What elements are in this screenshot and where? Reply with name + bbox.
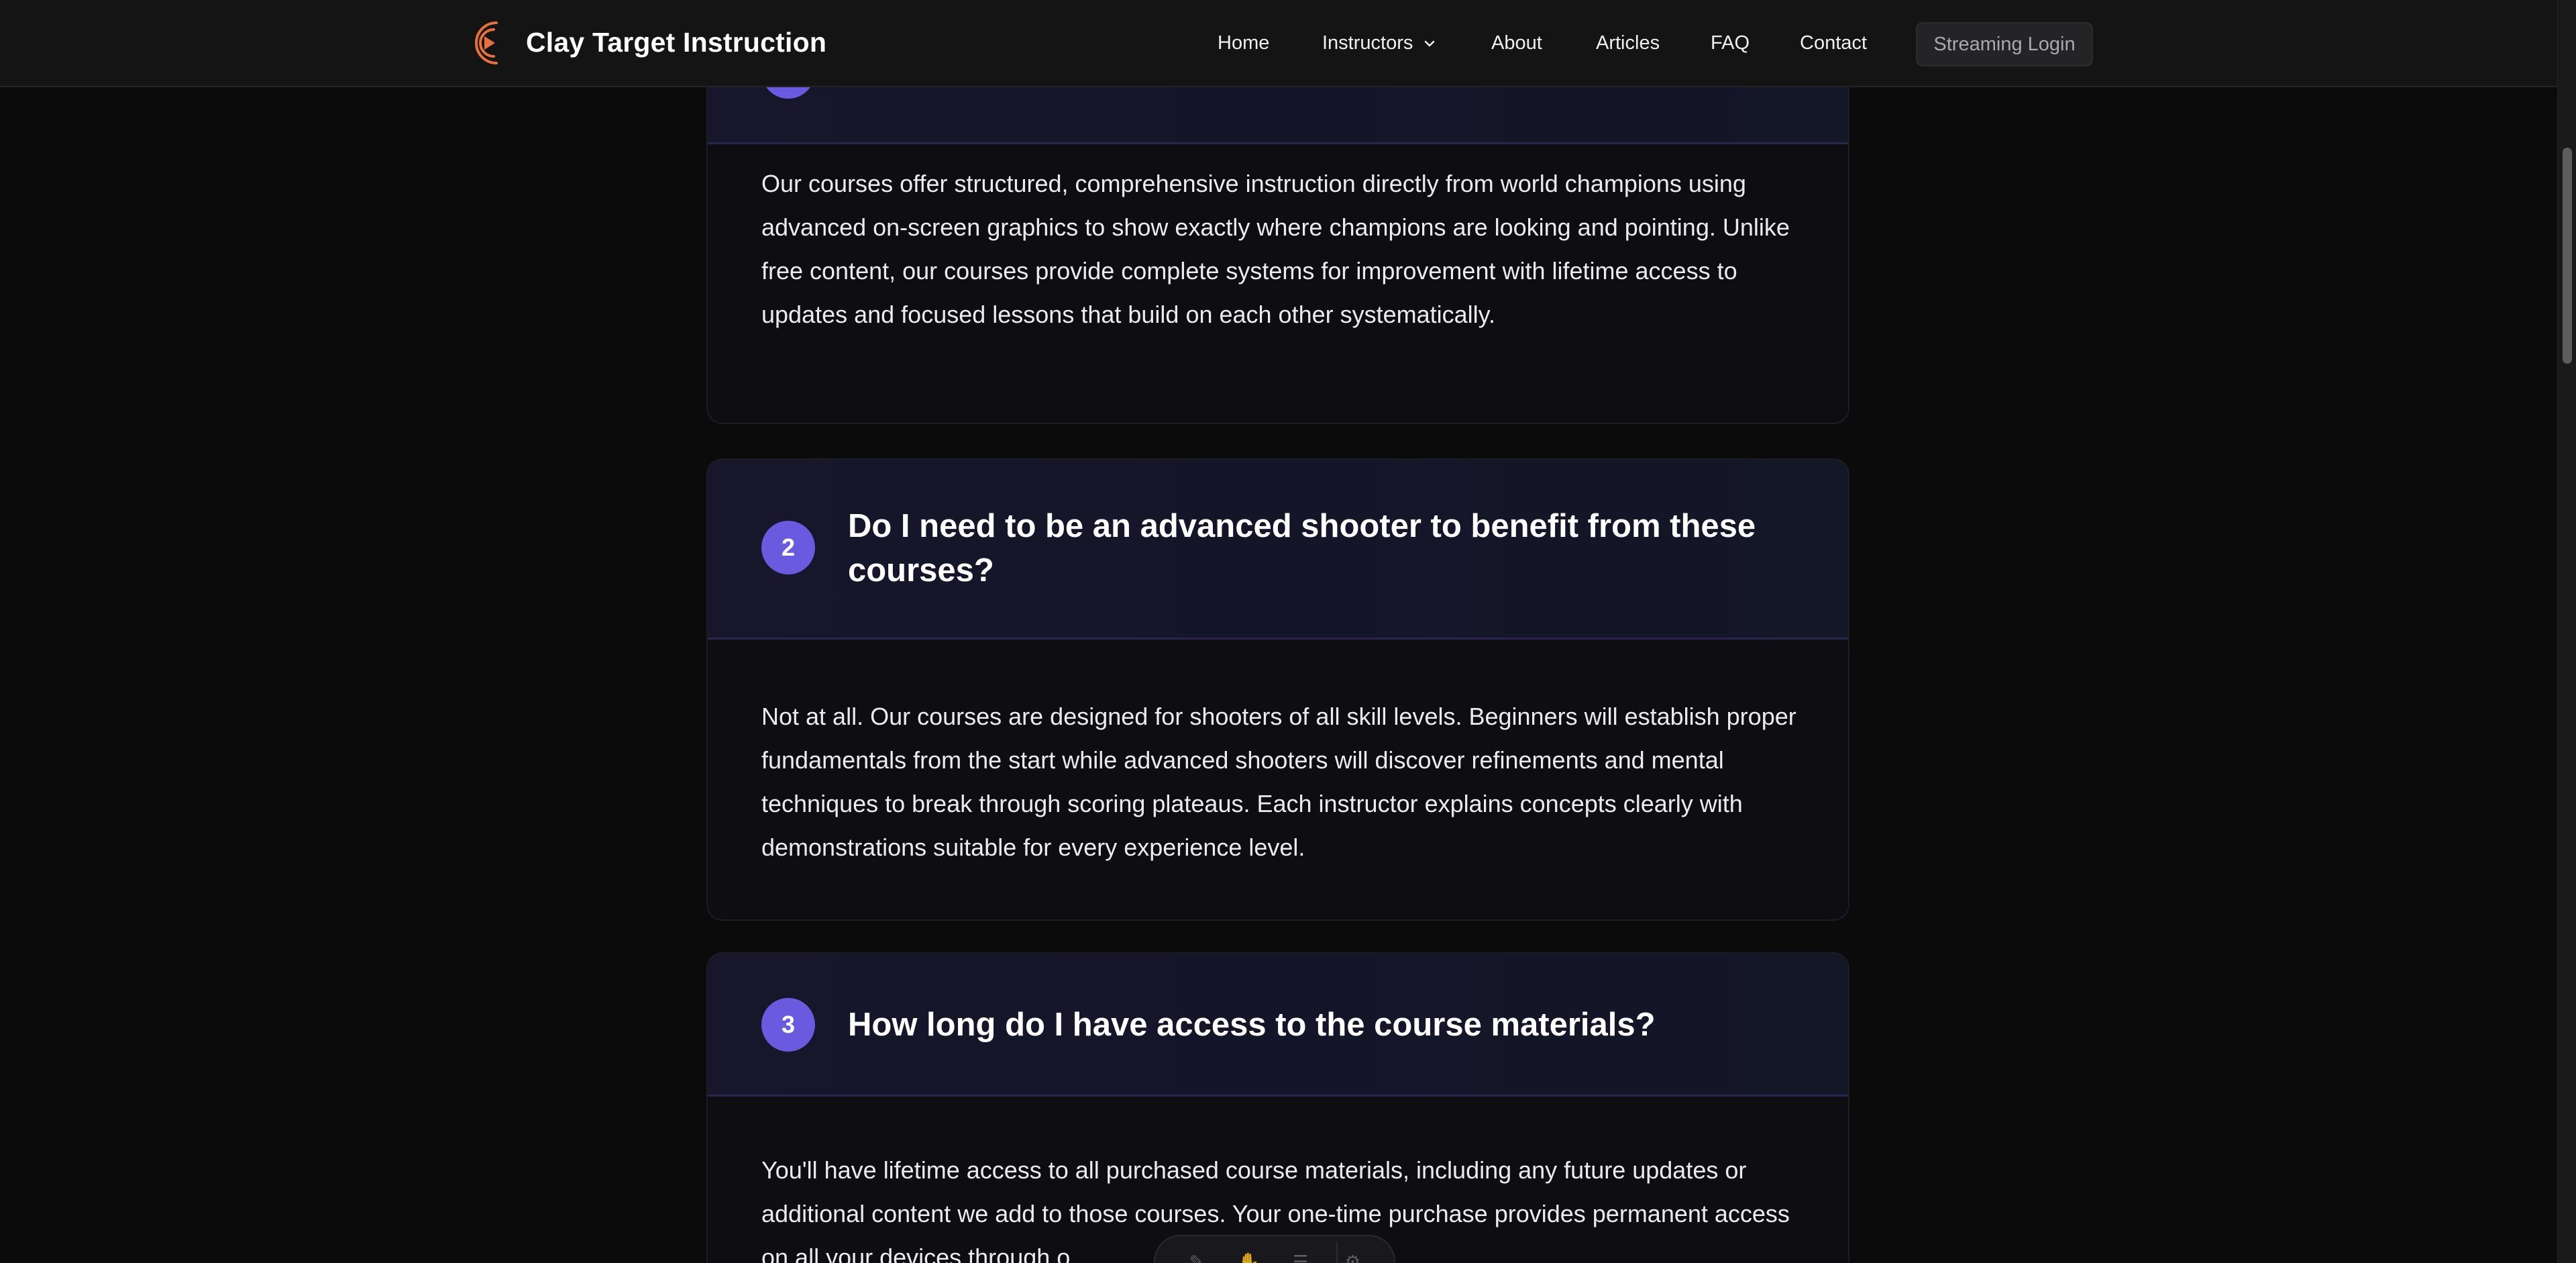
nav-instructors[interactable]: Instructors [1322,32,1437,54]
faq-question-header[interactable]: 3 How long do I have access to the cours… [708,954,1848,1097]
menu-icon[interactable]: ☰ [1290,1251,1311,1263]
faq-number-badge: 3 [761,998,815,1052]
page-scrollbar[interactable] [2557,0,2576,1263]
toolbar-divider [1336,1242,1338,1263]
nav-home[interactable]: Home [1218,32,1269,54]
settings-icon[interactable]: ⚙ [1342,1251,1363,1263]
page: Clay Target Instruction Home Instructors… [0,0,2576,1263]
faq-question: Do I need to be an advanced shooter to b… [848,508,1756,589]
nav-articles[interactable]: Articles [1596,32,1660,54]
chevron-down-icon [1425,40,1435,46]
pen-icon[interactable]: ✎ [1186,1251,1208,1263]
streaming-login-button[interactable]: Streaming Login [1916,22,2093,66]
faq-card: 3 How long do I have access to the cours… [706,952,1849,1263]
nav-instructors-label: Instructors [1322,32,1413,54]
faq-question: How long do I have access to the course … [848,1007,1656,1043]
site-header: Clay Target Instruction Home Instructors… [0,0,2557,87]
faq-number-badge: 2 [761,521,815,574]
floating-toolbar[interactable]: ✎ ✋ ☰ ⚙ [1154,1235,1395,1263]
faq-card: 2 Do I need to be an advanced shooter to… [706,458,1849,921]
faq-answer: Our courses offer structured, comprehens… [761,170,1790,328]
nav-contact[interactable]: Contact [1800,32,1867,54]
brand-name[interactable]: Clay Target Instruction [526,27,826,58]
scrollbar-thumb[interactable] [2563,148,2572,364]
nav-about[interactable]: About [1491,32,1542,54]
faq-question-header[interactable]: 2 Do I need to be an advanced shooter to… [708,460,1848,640]
nav-faq[interactable]: FAQ [1711,32,1750,54]
faq-answer: Not at all. Our courses are designed for… [761,703,1796,861]
hand-icon[interactable]: ✋ [1238,1251,1259,1263]
logo-icon[interactable] [466,16,508,70]
